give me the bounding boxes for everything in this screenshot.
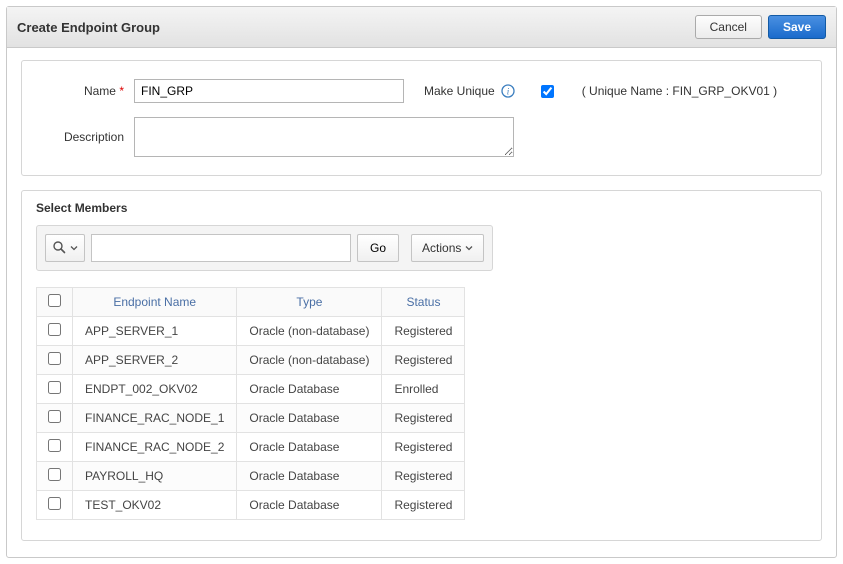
chevron-down-icon: [70, 241, 78, 255]
row-checkbox[interactable]: [48, 497, 61, 510]
cell-type: Oracle Database: [237, 462, 382, 491]
row-checkbox[interactable]: [48, 381, 61, 394]
cell-endpoint-name: FINANCE_RAC_NODE_1: [73, 404, 237, 433]
cancel-button[interactable]: Cancel: [695, 15, 762, 39]
row-checkbox[interactable]: [48, 323, 61, 336]
create-endpoint-group-panel: Create Endpoint Group Cancel Save Name *…: [6, 6, 837, 558]
row-checkbox-cell: [37, 433, 73, 462]
select-all-header: [37, 288, 73, 317]
cell-status: Enrolled: [382, 375, 465, 404]
table-header-row: Endpoint Name Type Status: [37, 288, 465, 317]
name-input[interactable]: [134, 79, 404, 103]
cell-endpoint-name: ENDPT_002_OKV02: [73, 375, 237, 404]
search-icon: [52, 240, 66, 257]
row-checkbox[interactable]: [48, 352, 61, 365]
description-input[interactable]: [134, 117, 514, 157]
cell-endpoint-name: APP_SERVER_2: [73, 346, 237, 375]
row-checkbox-cell: [37, 462, 73, 491]
cell-type: Oracle Database: [237, 404, 382, 433]
header-buttons: Cancel Save: [695, 15, 826, 39]
actions-button[interactable]: Actions: [411, 234, 484, 262]
search-dropdown[interactable]: [45, 234, 85, 262]
cell-status: Registered: [382, 462, 465, 491]
search-bar: Go Actions: [36, 225, 493, 271]
table-row: ENDPT_002_OKV02Oracle DatabaseEnrolled: [37, 375, 465, 404]
row-checkbox-cell: [37, 346, 73, 375]
col-type[interactable]: Type: [237, 288, 382, 317]
chevron-down-icon: [465, 241, 473, 255]
make-unique-checkbox[interactable]: [541, 85, 554, 98]
row-checkbox-cell: [37, 404, 73, 433]
name-label: Name *: [34, 84, 134, 98]
cell-status: Registered: [382, 491, 465, 520]
table-row: PAYROLL_HQOracle DatabaseRegistered: [37, 462, 465, 491]
col-endpoint-name[interactable]: Endpoint Name: [73, 288, 237, 317]
svg-text:i: i: [506, 87, 509, 97]
row-checkbox[interactable]: [48, 439, 61, 452]
description-row: Description: [34, 117, 809, 157]
table-row: APP_SERVER_1Oracle (non-database)Registe…: [37, 317, 465, 346]
panel-body: Name * Make Unique i ( Unique Name : FIN…: [7, 48, 836, 557]
row-checkbox-cell: [37, 491, 73, 520]
cell-type: Oracle Database: [237, 491, 382, 520]
cell-type: Oracle Database: [237, 433, 382, 462]
col-status[interactable]: Status: [382, 288, 465, 317]
cell-status: Registered: [382, 433, 465, 462]
make-unique-wrap: Make Unique i: [424, 84, 554, 98]
search-input[interactable]: [91, 234, 351, 262]
cell-status: Registered: [382, 317, 465, 346]
table-row: FINANCE_RAC_NODE_2Oracle DatabaseRegiste…: [37, 433, 465, 462]
cell-status: Registered: [382, 346, 465, 375]
cell-endpoint-name: TEST_OKV02: [73, 491, 237, 520]
table-row: TEST_OKV02Oracle DatabaseRegistered: [37, 491, 465, 520]
members-table: Endpoint Name Type Status APP_SERVER_1Or…: [36, 287, 465, 520]
go-button[interactable]: Go: [357, 234, 399, 262]
unique-name-display: ( Unique Name : FIN_GRP_OKV01 ): [582, 84, 777, 98]
make-unique-label: Make Unique: [424, 84, 495, 98]
row-checkbox[interactable]: [48, 410, 61, 423]
description-label: Description: [34, 130, 134, 144]
select-members-section: Select Members Go Actions: [21, 190, 822, 541]
save-button[interactable]: Save: [768, 15, 826, 39]
page-title: Create Endpoint Group: [17, 20, 160, 35]
table-row: APP_SERVER_2Oracle (non-database)Registe…: [37, 346, 465, 375]
cell-type: Oracle (non-database): [237, 346, 382, 375]
row-checkbox-cell: [37, 317, 73, 346]
cell-endpoint-name: PAYROLL_HQ: [73, 462, 237, 491]
cell-type: Oracle (non-database): [237, 317, 382, 346]
cell-endpoint-name: APP_SERVER_1: [73, 317, 237, 346]
table-row: FINANCE_RAC_NODE_1Oracle DatabaseRegiste…: [37, 404, 465, 433]
basic-info-section: Name * Make Unique i ( Unique Name : FIN…: [21, 60, 822, 176]
cell-endpoint-name: FINANCE_RAC_NODE_2: [73, 433, 237, 462]
cell-type: Oracle Database: [237, 375, 382, 404]
row-checkbox[interactable]: [48, 468, 61, 481]
select-members-title: Select Members: [36, 201, 807, 215]
select-all-checkbox[interactable]: [48, 294, 61, 307]
cell-status: Registered: [382, 404, 465, 433]
panel-header: Create Endpoint Group Cancel Save: [7, 7, 836, 48]
info-icon[interactable]: i: [501, 84, 515, 98]
row-checkbox-cell: [37, 375, 73, 404]
required-asterisk: *: [119, 84, 124, 98]
name-row: Name * Make Unique i ( Unique Name : FIN…: [34, 79, 809, 103]
